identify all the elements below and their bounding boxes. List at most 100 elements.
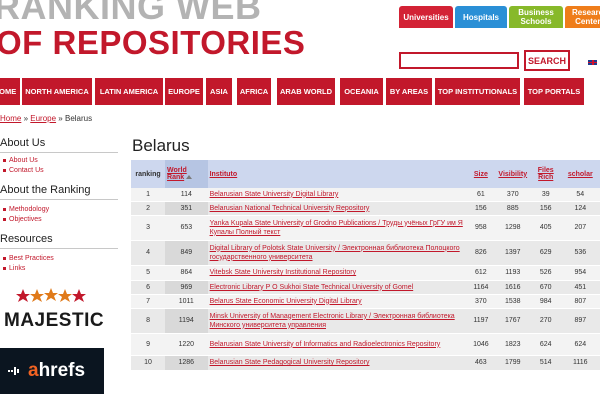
sidebar-link-contact-us[interactable]: Contact Us [3, 167, 44, 174]
main-nav: HOME NORTH AMERICA LATIN AMERICA EUROPE … [0, 78, 600, 105]
sidebar-link-best-practices[interactable]: Best Practices [3, 255, 54, 262]
cell-scholar: 1116 [560, 355, 600, 371]
cell-ranking: 4 [131, 240, 166, 266]
cell-visibility: 1538 [494, 294, 531, 309]
nav-arab-world[interactable]: ARAB WORLD [277, 78, 335, 105]
sidebar-link-objectives[interactable]: Objectives [3, 216, 42, 223]
table-row: 10 1286 Belarusian State Pedagogical Unive… [131, 355, 600, 371]
uk-flag-icon[interactable] [587, 59, 598, 66]
column-header-files-rich[interactable]: Files Rich [530, 160, 561, 188]
tab-universities[interactable]: Universities [399, 6, 453, 28]
bullet-icon [3, 266, 6, 270]
column-header-visibility[interactable]: Visibility [494, 160, 531, 188]
cell-visibility: 370 [494, 188, 531, 202]
cell-ranking: 5 [131, 265, 166, 281]
cell-visibility: 1767 [494, 308, 531, 334]
site-header: RANKING WEB OF REPOSITORIES Universities… [0, 0, 600, 78]
tab-research-centers[interactable]: Research Centers [565, 6, 600, 28]
sidebar-link-methodology[interactable]: Methodology [3, 206, 49, 213]
cell-world-rank: 969 [165, 280, 208, 295]
nav-by-areas[interactable]: BY AREAS [386, 78, 432, 105]
cell-size: 958 [467, 215, 495, 241]
cell-visibility: 1823 [494, 333, 531, 356]
breadcrumb: Home » Europe » Belarus [0, 114, 92, 123]
cell-world-rank: 114 [165, 188, 208, 202]
table-body: 1 114 Belarusian State University Digital … [131, 188, 600, 371]
sidebar-link-links[interactable]: Links [3, 265, 25, 272]
cell-world-rank: 1286 [165, 355, 208, 371]
bullet-icon [3, 207, 6, 211]
page-title: Belarus [132, 136, 190, 155]
column-header-institution[interactable]: Instituto [207, 160, 468, 188]
ranking-table: ranking World Rank Instituto Size Visibil… [131, 160, 600, 371]
nav-north-america[interactable]: NORTH AMERICA [22, 78, 92, 105]
site-logo-line2[interactable]: OF REPOSITORIES [0, 24, 305, 62]
sidebar-divider [0, 152, 118, 153]
cell-visibility: 1298 [494, 215, 531, 241]
breadcrumb-current: Belarus [64, 114, 93, 123]
cell-institution-link[interactable]: Yanka Kupala State University of Grodno … [207, 215, 468, 241]
sidebar-heading-about-ranking: About the Ranking [0, 184, 91, 196]
cell-ranking: 8 [131, 308, 166, 334]
cell-ranking: 9 [131, 333, 166, 356]
cell-institution-link[interactable]: Belarus State Economic University Digita… [207, 294, 468, 309]
table-row: 7 1011 Belarus State Economic University D… [131, 294, 600, 309]
column-header-world-rank[interactable]: World Rank [165, 160, 208, 188]
cell-institution-link[interactable]: Electronic Library P O Sukhoi State Tech… [207, 280, 468, 295]
bullet-icon [3, 217, 6, 221]
nav-top-portals[interactable]: TOP PORTALS [524, 78, 584, 105]
nav-latin-america[interactable]: LATIN AMERICA [95, 78, 163, 105]
ahrefs-arrow-icon [8, 367, 19, 375]
cell-institution-link[interactable]: Belarusian National Technical University… [207, 201, 468, 216]
cell-scholar: 624 [560, 333, 600, 356]
majestic-logo[interactable]: MAJESTIC [0, 286, 104, 334]
tab-business-schools[interactable]: Business Schools [509, 6, 563, 28]
cell-files-rich: 156 [530, 201, 561, 216]
cell-world-rank: 849 [165, 240, 208, 266]
breadcrumb-europe[interactable]: Europe [30, 114, 56, 123]
cell-institution-link[interactable]: Minsk University of Management Electroni… [207, 308, 468, 334]
cell-institution-link[interactable]: Vitebsk State University Institutional R… [207, 265, 468, 281]
cell-institution-link[interactable]: Belarusian State Pedagogical University … [207, 355, 468, 371]
nav-home[interactable]: HOME [0, 78, 20, 105]
ahrefs-wordmark: ahrefs [28, 360, 86, 381]
cell-institution-link[interactable]: Digital Library of Polotsk State Univers… [207, 240, 468, 266]
ahrefs-logo[interactable]: ahrefs [0, 348, 104, 394]
nav-europe[interactable]: EUROPE [165, 78, 203, 105]
table-header-row: ranking World Rank Instituto Size Visibil… [131, 160, 600, 188]
column-header-scholar[interactable]: scholar [560, 160, 600, 188]
tab-hospitals[interactable]: Hospitals [455, 6, 507, 28]
cell-world-rank: 1011 [165, 294, 208, 309]
cell-scholar: 54 [560, 188, 600, 202]
cell-institution-link[interactable]: Belarusian State University Digital Libr… [207, 188, 468, 202]
cell-visibility: 1397 [494, 240, 531, 266]
cell-world-rank: 1220 [165, 333, 208, 356]
column-header-ranking: ranking [131, 160, 166, 188]
nav-africa[interactable]: AFRICA [237, 78, 271, 105]
sort-ascending-icon [186, 175, 193, 180]
nav-asia[interactable]: ASIA [206, 78, 232, 105]
bullet-icon [3, 256, 6, 260]
cell-scholar: 954 [560, 265, 600, 281]
sidebar-link-about-us[interactable]: About Us [3, 157, 38, 164]
search-input[interactable] [399, 52, 519, 69]
cell-world-rank: 864 [165, 265, 208, 281]
nav-oceania[interactable]: OCEANIA [340, 78, 383, 105]
column-header-size[interactable]: Size [467, 160, 495, 188]
cell-scholar: 207 [560, 215, 600, 241]
majestic-stars-icon [16, 288, 86, 302]
cell-size: 1164 [467, 280, 495, 295]
search-button[interactable]: SEARCH [524, 50, 570, 71]
cell-ranking: 10 [131, 355, 166, 371]
breadcrumb-separator: » [23, 114, 29, 123]
cell-ranking: 7 [131, 294, 166, 309]
breadcrumb-home[interactable]: Home [0, 114, 21, 123]
cell-files-rich: 514 [530, 355, 561, 371]
table-row: 8 1194 Minsk University of Management Elec… [131, 308, 600, 334]
nav-top-institutionals[interactable]: TOP INSTITUTIONALS [435, 78, 520, 105]
cell-ranking: 3 [131, 215, 166, 241]
cell-files-rich: 405 [530, 215, 561, 241]
cell-institution-link[interactable]: Belarusian State University of Informati… [207, 333, 468, 356]
table-row: 4 849 Digital Library of Polotsk State Uni… [131, 240, 600, 266]
table-row: 3 653 Yanka Kupala State University of Gro… [131, 215, 600, 241]
